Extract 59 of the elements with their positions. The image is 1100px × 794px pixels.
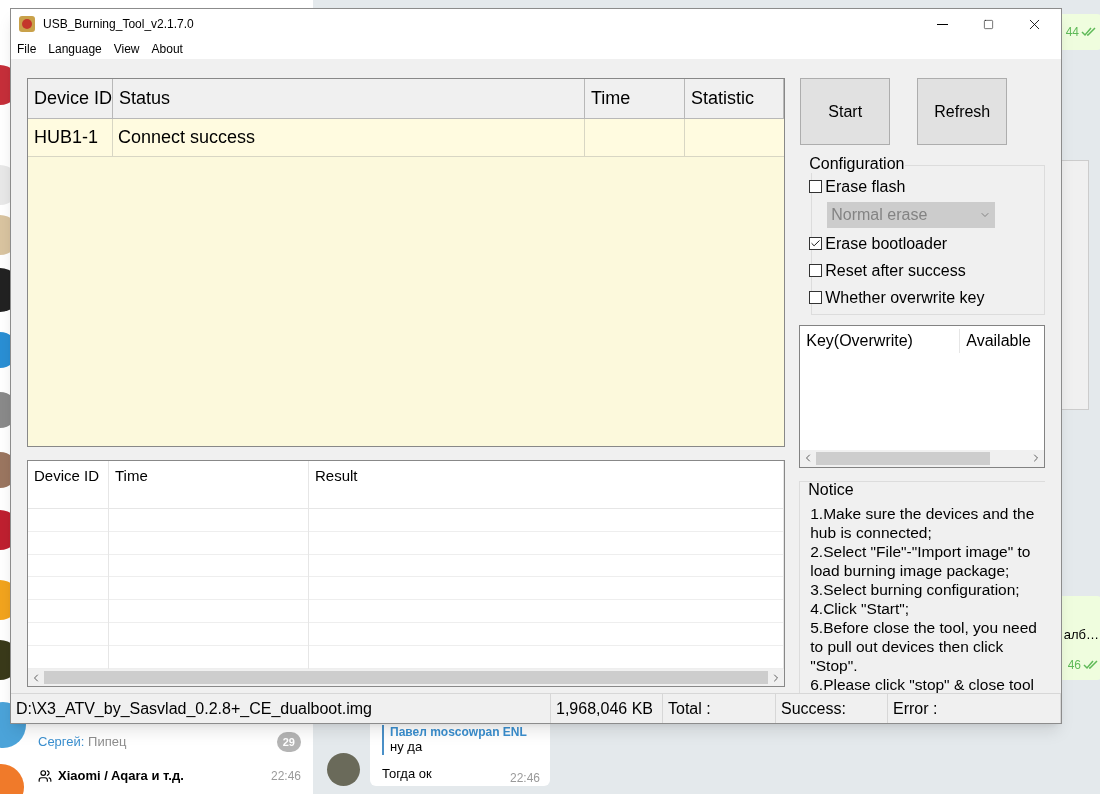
column-header[interactable]: Key(Overwrite) bbox=[800, 328, 961, 353]
menu-item[interactable]: About bbox=[151, 40, 183, 58]
chat-title[interactable]: Xiaomi / Aqara и т.д. bbox=[58, 766, 184, 786]
table-cell: Connect success bbox=[113, 119, 585, 156]
notice-text: 4.Click "Start"; bbox=[810, 598, 911, 618]
table-cell: HUB1-1 bbox=[28, 119, 113, 156]
message-time: 46 bbox=[1067, 657, 1081, 674]
column-header[interactable]: Time bbox=[109, 461, 308, 509]
column-header[interactable]: Status bbox=[113, 79, 585, 118]
app-icon bbox=[19, 16, 35, 32]
unread-badge: 29 bbox=[276, 732, 301, 752]
column-header[interactable]: Time bbox=[585, 79, 685, 118]
column-header[interactable]: Available bbox=[960, 328, 1044, 353]
status-text: Success: bbox=[776, 694, 888, 723]
message-text: Тогда ок bbox=[382, 765, 432, 784]
checkbox-label: Erase bootloader bbox=[825, 233, 948, 254]
quote-text: ну да bbox=[390, 739, 424, 755]
checkbox[interactable] bbox=[809, 291, 823, 304]
message-time: 44 bbox=[1065, 24, 1079, 41]
chat-time: 22:46 bbox=[270, 768, 301, 785]
checkbox-label: Erase flash bbox=[825, 176, 906, 197]
notice-text: 3.Select burning configuration; bbox=[810, 579, 1021, 599]
menu-item[interactable]: Language bbox=[48, 40, 102, 58]
action-button[interactable]: Start bbox=[800, 78, 891, 145]
group-icon bbox=[38, 769, 52, 783]
chat-preview[interactable]: Сергей: Пипец bbox=[38, 732, 127, 752]
minimize-icon bbox=[936, 23, 948, 25]
notice-text: 5.Before close the tool, you need to pull out devices then click "Stop". bbox=[810, 617, 1038, 675]
menu-item[interactable]: View bbox=[113, 40, 140, 58]
status-text: Total : bbox=[663, 694, 776, 723]
avatar bbox=[327, 753, 360, 786]
status-text: Error : bbox=[888, 694, 1061, 723]
message-text: алб… bbox=[1063, 625, 1099, 644]
menu-item[interactable]: File bbox=[17, 40, 37, 58]
check-icon bbox=[810, 238, 822, 249]
column-header[interactable]: Result bbox=[309, 461, 784, 509]
action-button[interactable]: Refresh bbox=[917, 78, 1008, 145]
notice-text: 6.Please click "stop" & close tool bbox=[810, 674, 1036, 693]
status-text: 1,968,046 KB bbox=[551, 694, 663, 723]
checkbox-label: Reset after success bbox=[825, 260, 966, 281]
maximize-icon bbox=[982, 18, 994, 30]
checkbox[interactable] bbox=[809, 237, 823, 250]
notice-text: 2.Select "File"-"Import image" to load burning image package; bbox=[810, 541, 1032, 580]
group-title: Configuration bbox=[808, 155, 906, 173]
scrollbar-thumb[interactable] bbox=[816, 451, 990, 465]
message-time: 22:46 bbox=[509, 770, 540, 787]
checkbox-label: Whether overwrite key bbox=[825, 287, 985, 308]
notice-text: 1.Make sure the devices and the hub is connected; bbox=[810, 503, 1036, 542]
column-header[interactable]: Device ID bbox=[28, 461, 108, 509]
scrollbar-thumb[interactable] bbox=[44, 671, 769, 684]
window-title: USB_Burning_Tool_v2.1.7.0 bbox=[43, 16, 194, 33]
column-header[interactable]: Statistic bbox=[685, 79, 785, 118]
status-text: D:\X3_ATV_by_Sasvlad_0.2.8+_CE_dualboot.img bbox=[11, 694, 551, 723]
quote-author: Павел moscowpan ENL bbox=[390, 725, 528, 739]
column-header[interactable]: Device ID bbox=[28, 79, 113, 118]
checkbox[interactable] bbox=[809, 180, 823, 193]
checkbox[interactable] bbox=[809, 264, 823, 277]
double-check-icon bbox=[1081, 27, 1097, 37]
double-check-icon bbox=[1083, 660, 1099, 670]
